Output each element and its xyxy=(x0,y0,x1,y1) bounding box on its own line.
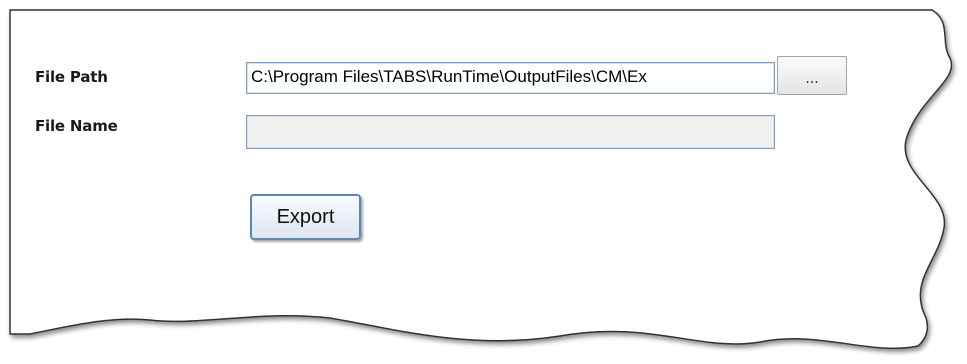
export-panel: File Path C:\Program Files\TABS\RunTime\… xyxy=(0,0,967,364)
file-path-input[interactable]: C:\Program Files\TABS\RunTime\OutputFile… xyxy=(246,62,775,94)
export-button[interactable]: Export xyxy=(250,194,361,240)
file-name-label: File Name xyxy=(35,117,118,135)
file-path-label: File Path xyxy=(35,68,108,86)
torn-page-frame xyxy=(9,9,953,350)
file-name-input[interactable] xyxy=(246,115,775,149)
browse-button[interactable]: ... xyxy=(777,56,847,95)
